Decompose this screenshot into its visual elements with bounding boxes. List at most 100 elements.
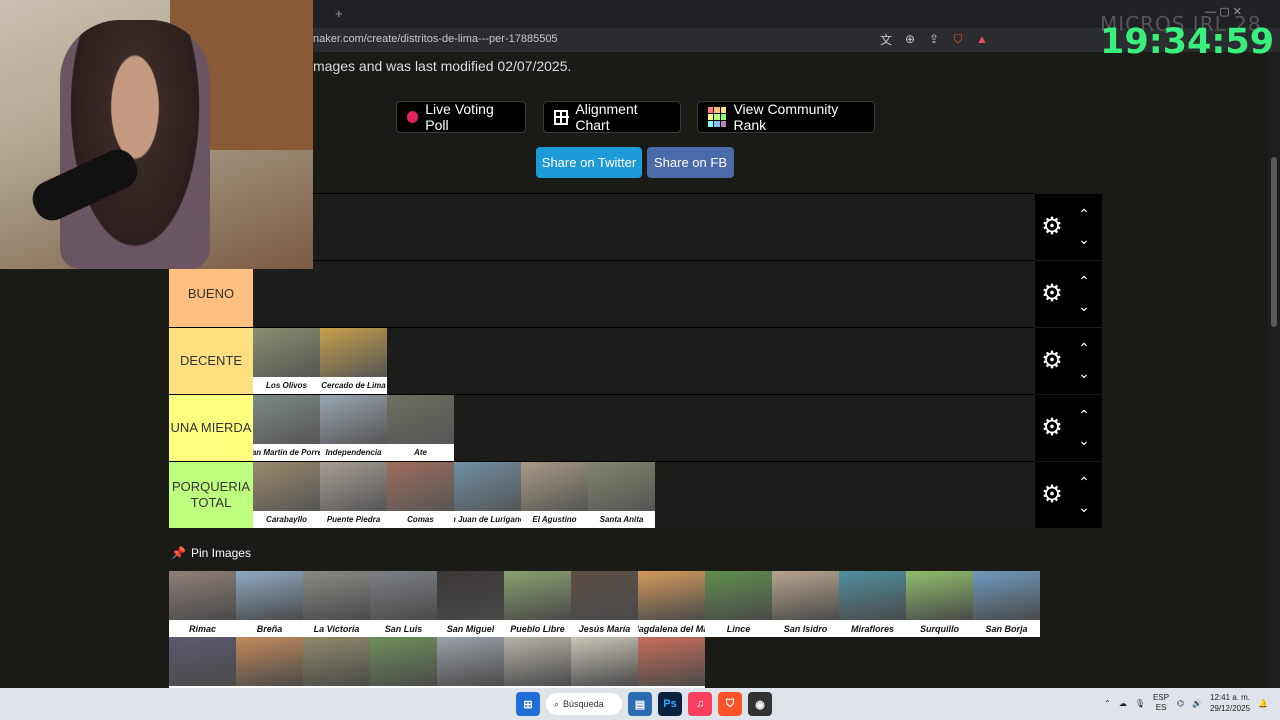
tier-item-image[interactable]: Comas [387,462,454,528]
gear-icon[interactable]: ⚙ [1040,483,1064,507]
district-caption: San Juan de Lurigancho [454,515,521,524]
last-modified-text: mages and was last modified 02/07/2025. [313,58,572,74]
tier-item-image[interactable]: Los Olivos [253,328,320,394]
taskbar-search-label: Búsqueda [563,699,604,709]
share-icon[interactable]: ⇪ [926,31,942,47]
system-tray: ⌃ ☁ 🎙 ESP ES ⌬ 🔊 12:41 a. m. 29/12/2025 … [1104,692,1268,714]
tier-item-image[interactable]: Santa Anita [588,462,655,528]
new-tab-button[interactable]: + [335,6,343,21]
tier-item-image[interactable]: El Agustino [521,462,588,528]
onedrive-icon[interactable]: ☁ [1119,699,1127,708]
chevron-down-icon[interactable]: ⌄ [1075,500,1093,514]
district-caption: Rimac [188,623,216,634]
district-caption: Cercado de Lima [321,381,386,390]
chevron-down-icon[interactable]: ⌄ [1075,232,1093,246]
tier-item-image[interactable]: San Juan de Lurigancho [454,462,521,528]
district-caption: Surquillo [920,623,959,634]
pinned-image[interactable]: San Isidro [772,571,839,637]
pinned-image[interactable]: Magdalena del Mar [638,571,705,637]
chevron-down-icon[interactable]: ⌄ [1075,366,1093,380]
pinned-image[interactable]: Breña [236,571,303,637]
scrollbar-thumb[interactable] [1271,157,1277,327]
district-photo [588,462,655,511]
pinned-image[interactable]: Pueblo Libre [504,571,571,637]
view-community-rank-button[interactable]: View Community Rank [697,101,875,133]
tier-row: DECENTE Los Olivos Cercado de Lima [169,327,1035,394]
district-photo [370,637,437,686]
tier-item-image[interactable]: Cercado de Lima [320,328,387,394]
clock[interactable]: 12:41 a. m. 29/12/2025 [1210,692,1250,714]
pinned-image[interactable]: Miraflores [839,571,906,637]
stream-clock: 19:34:59 [1100,22,1275,62]
district-caption: San Isidro [783,623,828,634]
photoshop-icon[interactable]: Ps [658,692,682,716]
district-photo [236,571,303,620]
alignment-chart-button[interactable]: Alignment Chart [543,101,681,133]
live-voting-poll-button[interactable]: Live Voting Poll [396,101,526,133]
pinned-image[interactable]: La Victoria [303,571,370,637]
tier-label[interactable]: UNA MIERDA [169,395,253,461]
pinned-image[interactable]: Rimac [169,571,236,637]
share-twitter-button[interactable]: Share on Twitter [536,147,642,178]
tier-item-image[interactable]: San Martin de Porres [253,395,320,461]
district-photo [320,328,387,377]
windows-start-icon[interactable]: ⊞ [516,692,540,716]
chevron-up-icon[interactable]: ⌃ [1075,341,1093,355]
notification-icon[interactable]: 🔔 [1258,699,1268,708]
pinned-image[interactable]: Jesús María [571,571,638,637]
language-indicator[interactable]: ESP ES [1153,693,1169,713]
language-top: ESP [1153,693,1170,702]
tray-chevron-icon[interactable]: ⌃ [1104,699,1111,708]
chevron-down-icon[interactable]: ⌄ [1075,299,1093,313]
network-icon[interactable]: ⌬ [1177,699,1184,708]
microphone-icon[interactable]: 🎙 [1135,699,1145,708]
district-photo [169,571,236,620]
volume-icon[interactable]: 🔊 [1192,699,1202,708]
tier-item-image[interactable]: Ate [387,395,454,461]
chevron-up-icon[interactable]: ⌃ [1075,475,1093,489]
tier-label[interactable]: BUENO [169,261,253,327]
tier-item-image[interactable]: Carabayllo [253,462,320,528]
gear-icon[interactable]: ⚙ [1040,416,1064,440]
brave-browser-icon[interactable]: ⛉ [718,692,742,716]
brave-rewards-icon[interactable]: ▲ [974,31,990,47]
gear-icon[interactable]: ⚙ [1040,349,1064,373]
tier-label[interactable]: DECENTE [169,328,253,394]
district-photo [437,571,504,620]
chevron-up-icon[interactable]: ⌃ [1075,408,1093,422]
pinned-image[interactable]: San Luis [370,571,437,637]
tier-item-image[interactable]: Puente Piedra [320,462,387,528]
tier-row: PORQUERIA TOTAL Carabayllo Puente Piedra Co… [169,461,1035,528]
page-scrollbar[interactable] [1268,52,1280,688]
district-caption: Magdalena del Mar [638,623,705,634]
pinned-image[interactable]: Lince [705,571,772,637]
chevron-up-icon[interactable]: ⌃ [1075,274,1093,288]
zoom-icon[interactable]: ⊕ [902,31,918,47]
district-photo [320,462,387,511]
brave-shield-icon[interactable]: ⛉ [950,31,966,47]
chevron-down-icon[interactable]: ⌄ [1075,433,1093,447]
pinned-image[interactable]: Surquillo [906,571,973,637]
url-text[interactable]: naker.com/create/distritos-de-lima---per… [313,33,558,45]
tier-label[interactable]: PORQUERIA TOTAL [169,462,253,528]
share-facebook-button[interactable]: Share on FB [647,147,734,178]
taskbar: ⊞ ⌕ Búsqueda ▤ Ps ♫ ⛉ ◉ ⌃ ☁ 🎙 ESP ES ⌬ 🔊… [0,688,1280,720]
music-app-icon[interactable]: ♫ [688,692,712,716]
district-photo [906,571,973,620]
district-photo [973,571,1040,620]
gear-icon[interactable]: ⚙ [1040,215,1064,239]
obs-icon[interactable]: ◉ [748,692,772,716]
translate-icon[interactable]: 文 [878,31,894,47]
file-explorer-icon[interactable]: ▤ [628,692,652,716]
clock-time: 12:41 a. m. [1210,693,1251,702]
pinned-image[interactable]: San Miguel [437,571,504,637]
taskbar-search[interactable]: ⌕ Búsqueda [546,693,622,715]
gear-icon[interactable]: ⚙ [1040,282,1064,306]
pinned-image[interactable]: San Borja [973,571,1040,637]
tier-item-image[interactable]: Independencia [320,395,387,461]
webcam-overlay [0,0,313,269]
district-photo [437,637,504,686]
tier-controls: ⚙ ⌃ ⌄ [1035,327,1102,394]
district-photo [387,395,454,444]
chevron-up-icon[interactable]: ⌃ [1075,207,1093,221]
